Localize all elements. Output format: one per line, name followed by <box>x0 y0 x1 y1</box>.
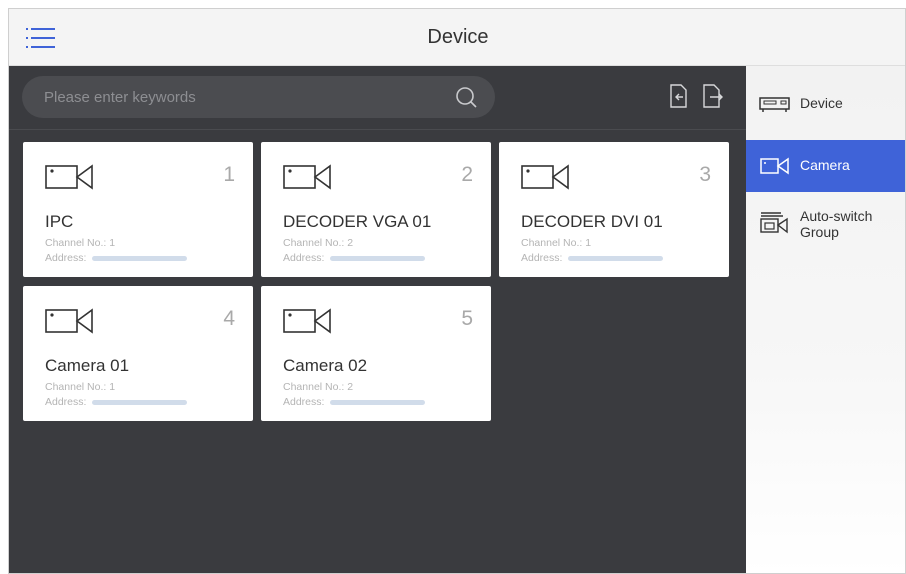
camera-icon <box>521 164 569 190</box>
sidebar-item-device[interactable]: Device <box>746 66 905 138</box>
address-info: Address: <box>45 252 188 264</box>
menu-button[interactable] <box>25 25 59 51</box>
card-number: 4 <box>223 307 235 330</box>
channel-card-4[interactable]: 4 Camera 01 Channel No.: 1 Address: <box>23 286 253 421</box>
card-number: 3 <box>699 163 711 186</box>
menu-icon <box>26 28 55 48</box>
channel-info: Channel No.: 1 <box>521 237 592 249</box>
channel-value: 1 <box>585 237 592 249</box>
page-title: Device <box>427 26 489 48</box>
camera-icon <box>45 164 93 190</box>
sidebar-item-auto-switch-group[interactable]: Auto-switch Group <box>746 194 905 254</box>
device-content: 1 IPC Channel No.: 1 Address: 2 DECODER … <box>9 66 746 573</box>
channel-value: 1 <box>109 381 116 393</box>
search-input[interactable] <box>44 76 444 118</box>
search-icon[interactable] <box>455 86 477 108</box>
channel-info: Channel No.: 1 <box>45 237 116 249</box>
sidebar-item-label: Camera <box>800 157 850 173</box>
channel-card-2[interactable]: 2 DECODER VGA 01 Channel No.: 2 Address: <box>261 142 491 277</box>
card-name: Camera 01 <box>45 356 130 375</box>
address-redacted <box>92 399 188 405</box>
address-info: Address: <box>283 252 426 264</box>
card-name: DECODER DVI 01 <box>521 212 663 231</box>
channel-card-3[interactable]: 3 DECODER DVI 01 Channel No.: 1 Address: <box>499 142 729 277</box>
app-window: Device Please enter keywords 1 IPC Chann… <box>8 8 906 574</box>
address-redacted <box>92 255 188 261</box>
channel-info: Channel No.: 2 <box>283 381 354 393</box>
card-name: Camera 02 <box>283 356 368 375</box>
channel-value: 2 <box>347 381 354 393</box>
import-icon[interactable] <box>667 84 689 108</box>
address-info: Address: <box>283 396 426 408</box>
card-number: 5 <box>461 307 473 330</box>
sidebar-item-camera[interactable]: Camera <box>746 140 905 192</box>
camera-icon <box>283 164 331 190</box>
sidebar-item-label: Auto-switch Group <box>800 208 873 240</box>
channel-value: 2 <box>347 237 354 249</box>
address-redacted <box>568 255 664 261</box>
card-name: DECODER VGA 01 <box>283 212 432 231</box>
channel-info: Channel No.: 1 <box>45 381 116 393</box>
sidebar: Device Camera Auto-switch Group <box>746 66 905 573</box>
card-number: 1 <box>223 163 235 186</box>
address-redacted <box>330 255 426 261</box>
address-info: Address: <box>521 252 664 264</box>
channel-card-1[interactable]: 1 IPC Channel No.: 1 Address: <box>23 142 253 277</box>
card-number: 2 <box>461 163 473 186</box>
camera-icon <box>760 157 789 175</box>
toolbar-divider <box>9 129 746 130</box>
channel-card-5[interactable]: 5 Camera 02 Channel No.: 2 Address: <box>261 286 491 421</box>
auto-switch-group-icon <box>760 212 788 234</box>
camera-icon <box>45 308 93 334</box>
address-redacted <box>330 399 426 405</box>
camera-icon <box>283 308 331 334</box>
address-info: Address: <box>45 396 188 408</box>
top-bar: Device <box>9 9 905 66</box>
sidebar-item-label: Device <box>800 95 843 111</box>
device-icon <box>759 97 790 112</box>
channel-info: Channel No.: 2 <box>283 237 354 249</box>
export-icon[interactable] <box>701 84 723 108</box>
search-bar <box>22 76 495 118</box>
card-name: IPC <box>45 212 74 231</box>
channel-value: 1 <box>109 237 116 249</box>
